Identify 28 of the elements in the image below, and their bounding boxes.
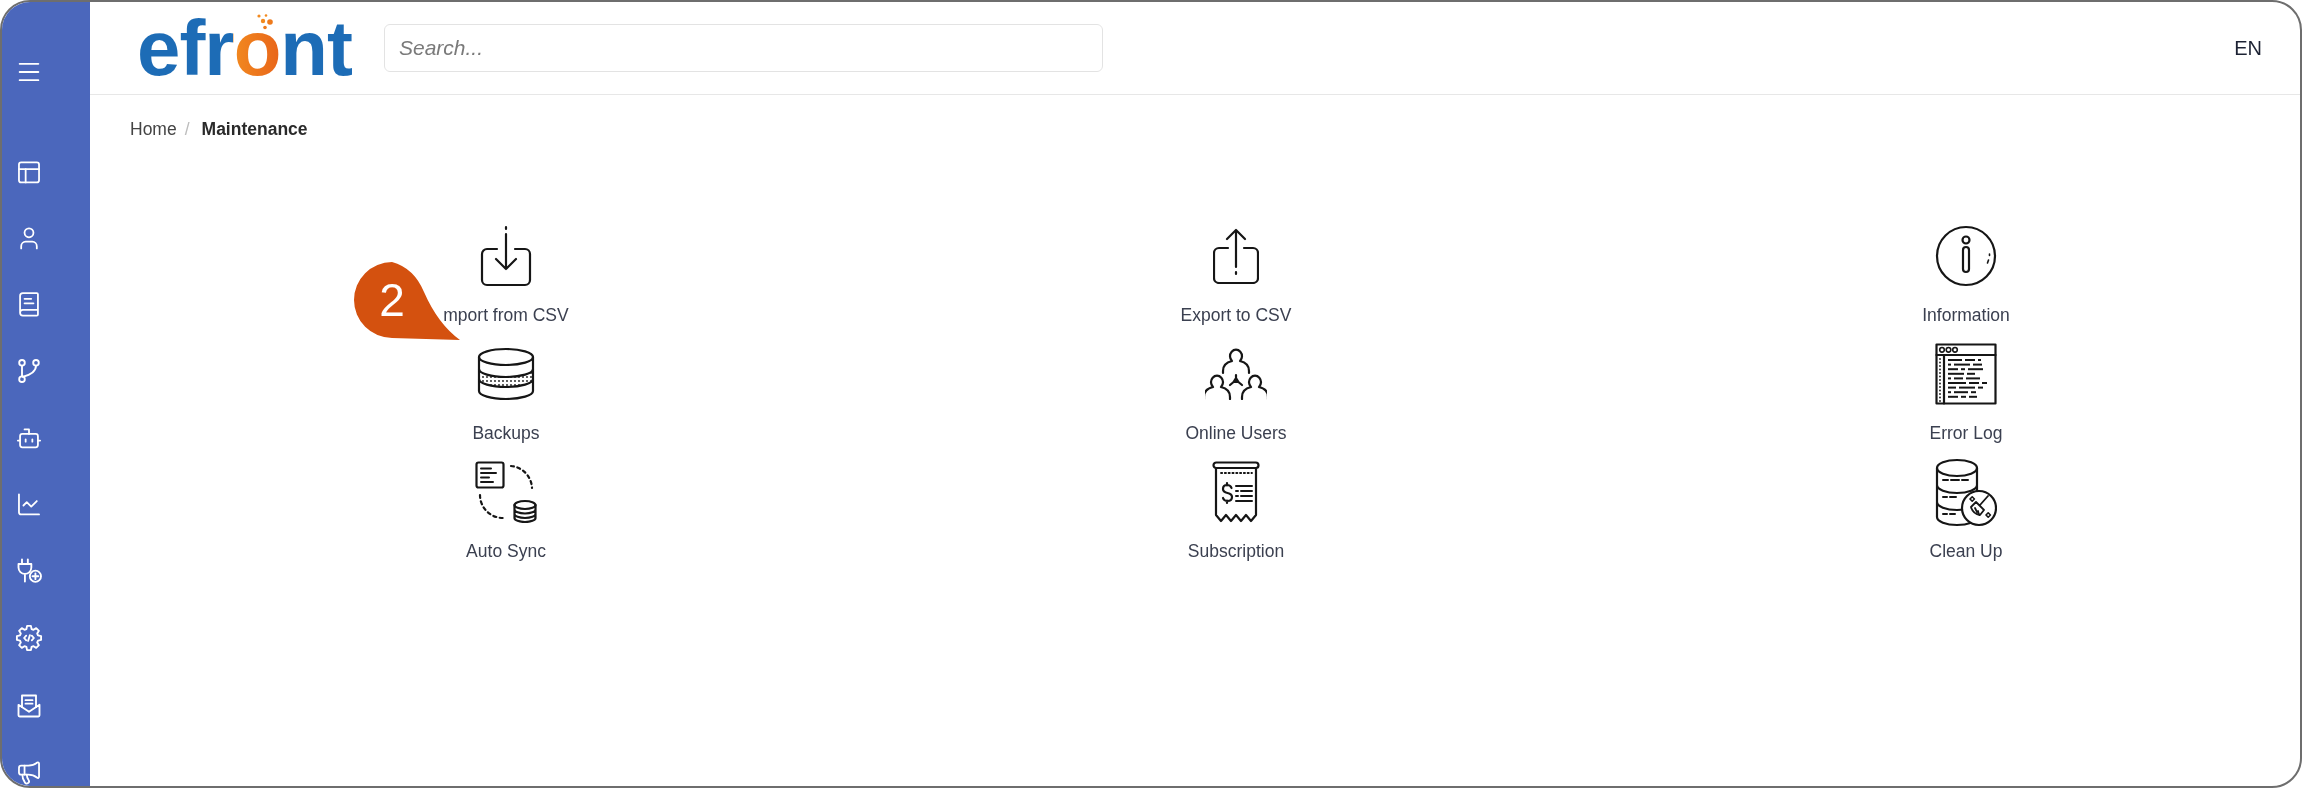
- tool-label[interactable]: Auto Sync: [466, 540, 546, 562]
- receipt-icon[interactable]: [1212, 461, 1260, 523]
- plug-plus-icon[interactable]: [15, 557, 43, 586]
- sync-icon[interactable]: [475, 461, 537, 523]
- branch-icon[interactable]: [15, 357, 43, 386]
- megaphone-icon[interactable]: [15, 759, 43, 786]
- breadcrumb-current: Maintenance: [201, 118, 308, 140]
- upload-icon[interactable]: [1213, 228, 1259, 284]
- code-window-icon[interactable]: [1935, 343, 1997, 405]
- layout-icon[interactable]: [15, 158, 43, 186]
- tool-label[interactable]: Error Log: [1929, 422, 2003, 444]
- info-icon[interactable]: [1935, 225, 1997, 287]
- breadcrumb-link[interactable]: Home: [130, 118, 177, 140]
- language-selector[interactable]: EN: [2234, 36, 2262, 60]
- tool-label[interactable]: Online Users: [1185, 422, 1287, 444]
- tool-label[interactable]: Backups: [472, 422, 540, 444]
- search-field[interactable]: Search...: [384, 24, 1103, 72]
- gear-code-icon[interactable]: [15, 624, 43, 653]
- download-icon[interactable]: [480, 225, 532, 287]
- breadcrumb-separator: /: [184, 118, 190, 140]
- users-network-icon[interactable]: [1205, 348, 1267, 400]
- tool-label[interactable]: Export to CSV: [1180, 304, 1292, 326]
- database-icon[interactable]: [477, 347, 535, 401]
- tool-label[interactable]: Information: [1922, 304, 2010, 326]
- tool-label[interactable]: Clean Up: [1929, 540, 2003, 562]
- database-broom-icon[interactable]: [1935, 457, 1997, 527]
- tool-label[interactable]: mport from CSV: [443, 304, 569, 326]
- tool-label[interactable]: Subscription: [1187, 540, 1285, 562]
